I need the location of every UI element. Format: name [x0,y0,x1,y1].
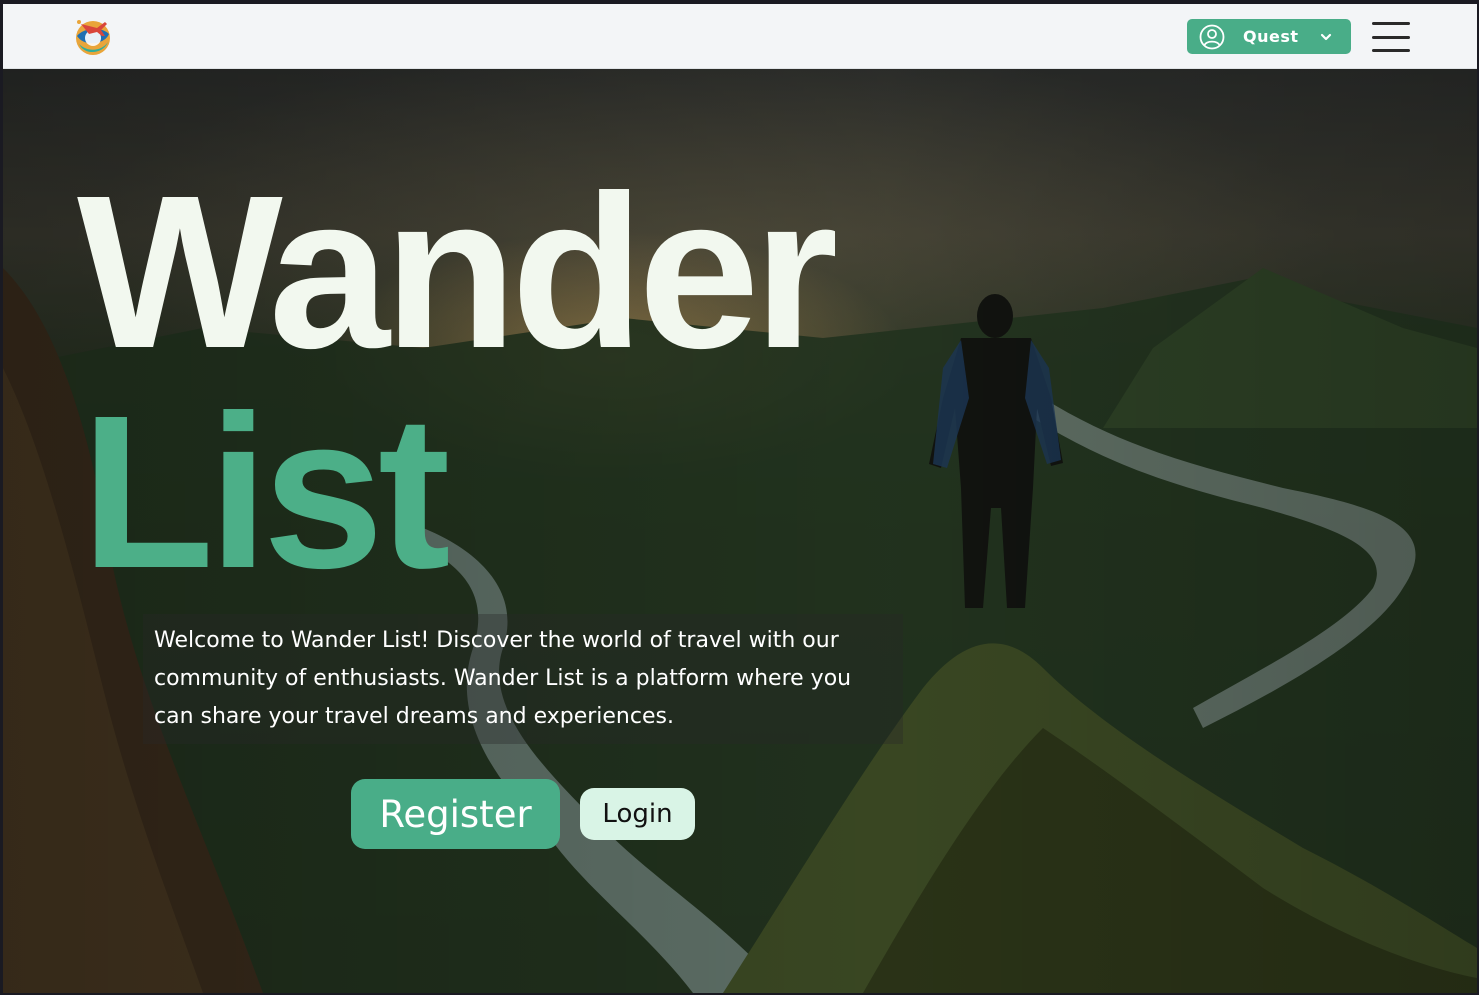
menu-line [1372,22,1410,25]
register-button[interactable]: Register [351,779,560,849]
hero-title-wander: Wander [77,151,838,394]
hero-title-list: List [81,371,451,614]
menu-line [1372,35,1410,39]
login-button[interactable]: Login [580,788,695,840]
user-circle-icon [1199,24,1225,49]
top-navbar: Quest [3,4,1477,69]
menu-line [1372,49,1410,52]
user-menu-button[interactable]: Quest [1187,19,1351,54]
user-name-label: Quest [1243,27,1299,46]
globe-plane-logo-icon[interactable] [71,14,115,58]
chevron-down-icon [1320,33,1332,40]
browser-window: Quest Wander List Welcome to Wander List… [3,4,1477,993]
hero-intro-text: Welcome to Wander List! Discover the wor… [143,614,903,744]
hamburger-menu-icon[interactable] [1372,22,1410,52]
